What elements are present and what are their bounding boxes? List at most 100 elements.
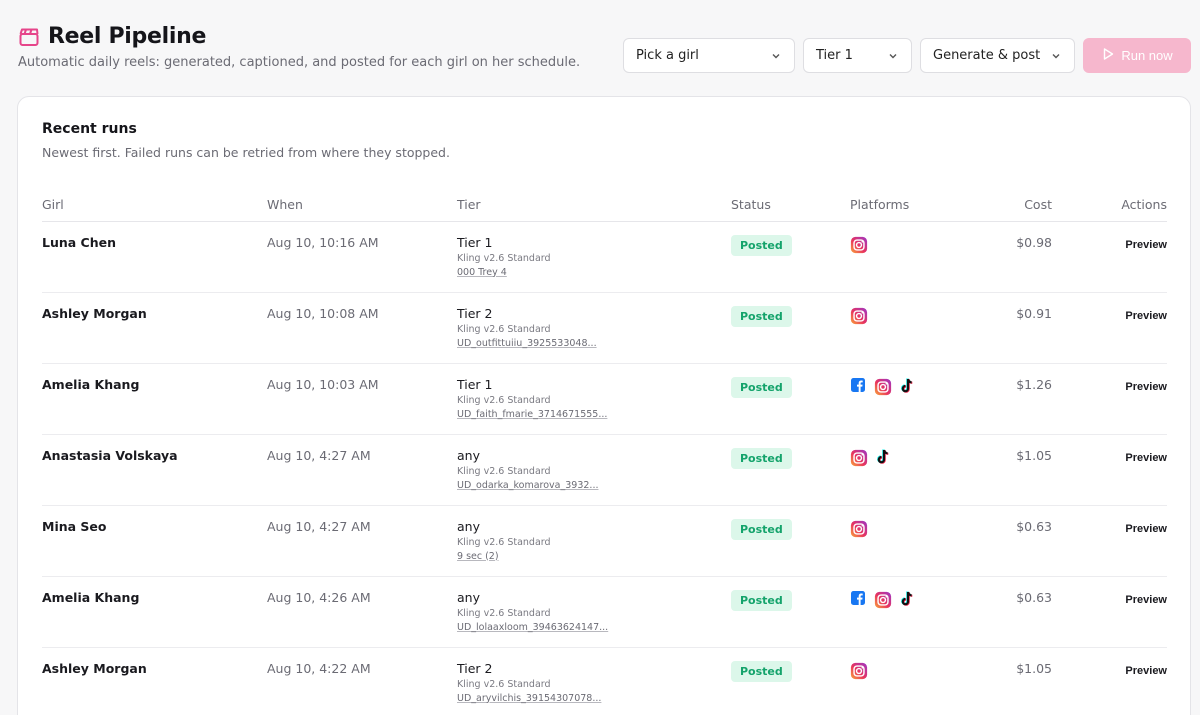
platform-icons <box>850 306 967 324</box>
source-file-link[interactable]: UD_outfittuiiu_3925533048... <box>457 338 731 349</box>
recent-runs-card: Recent runs Newest first. Failed runs ca… <box>17 96 1191 715</box>
girl-name: Amelia Khang <box>42 376 140 392</box>
preview-button[interactable]: Preview <box>1125 239 1167 251</box>
table-row: Mina Seo Aug 10, 4:27 AM any Kling v2.6 … <box>42 505 1167 577</box>
run-time: Aug 10, 10:08 AM <box>267 305 379 321</box>
girl-name: Ashley Morgan <box>42 660 147 676</box>
model-label: Kling v2.6 Standard <box>457 536 551 548</box>
source-file-link[interactable]: 000 Trey 4 <box>457 267 731 278</box>
girl-name: Amelia Khang <box>42 589 140 605</box>
instagram-icon <box>850 235 868 253</box>
preview-button[interactable]: Preview <box>1125 665 1167 677</box>
run-cost: $0.63 <box>1016 518 1052 534</box>
girl-name: Luna Chen <box>42 234 116 250</box>
col-header-platforms: Platforms <box>850 189 967 222</box>
recent-runs-subtitle: Newest first. Failed runs can be retried… <box>42 145 450 160</box>
tier-label: Tier 2 <box>457 660 493 676</box>
status-badge: Posted <box>731 234 792 256</box>
tier-select[interactable]: Tier 1 <box>803 38 912 73</box>
girl-name: Mina Seo <box>42 518 107 534</box>
model-label: Kling v2.6 Standard <box>457 394 551 406</box>
table-header-row: Girl When Tier Status Platforms Cost Act… <box>42 189 1167 222</box>
preview-button[interactable]: Preview <box>1125 381 1167 393</box>
table-row: Amelia Khang Aug 10, 10:03 AM Tier 1 Kli… <box>42 363 1167 435</box>
girl-select[interactable]: Pick a girl <box>623 38 795 73</box>
clapperboard-icon <box>18 26 40 48</box>
source-file-link[interactable]: UD_odarka_komarova_3932... <box>457 480 731 491</box>
source-file-link[interactable]: 9 sec (2) <box>457 551 731 562</box>
tiktok-icon <box>874 448 892 466</box>
instagram-icon <box>874 377 892 395</box>
toolbar: Pick a girl Tier 1 Generate & post Run n… <box>623 38 1191 73</box>
run-time: Aug 10, 4:22 AM <box>267 660 371 676</box>
instagram-icon <box>850 519 868 537</box>
chevron-down-icon <box>887 50 899 62</box>
table-row: Anastasia Volskaya Aug 10, 4:27 AM any K… <box>42 434 1167 506</box>
preview-button[interactable]: Preview <box>1125 523 1167 535</box>
tier-label: Tier 2 <box>457 305 493 321</box>
source-file-link[interactable]: UD_aryvilchis_39154307078... <box>457 693 731 704</box>
run-cost: $1.05 <box>1016 447 1052 463</box>
runs-table-body: Luna Chen Aug 10, 10:16 AM Tier 1 Kling … <box>42 221 1167 715</box>
girl-name: Ashley Morgan <box>42 305 147 321</box>
run-time: Aug 10, 4:27 AM <box>267 518 371 534</box>
col-header-tier: Tier <box>457 189 731 222</box>
source-file-link[interactable]: UD_lolaaxloom_39463624147... <box>457 622 731 633</box>
run-time: Aug 10, 4:27 AM <box>267 447 371 463</box>
tiktok-icon <box>898 377 916 395</box>
run-time: Aug 10, 4:26 AM <box>267 589 371 605</box>
instagram-icon <box>850 448 868 466</box>
table-row: Luna Chen Aug 10, 10:16 AM Tier 1 Kling … <box>42 221 1167 293</box>
instagram-icon <box>850 306 868 324</box>
run-now-label: Run now <box>1121 48 1173 63</box>
run-time: Aug 10, 10:03 AM <box>267 376 379 392</box>
platform-icons <box>850 377 967 395</box>
source-file-link[interactable]: UD_faith_fmarie_3714671555... <box>457 409 731 420</box>
run-cost: $1.05 <box>1016 660 1052 676</box>
platform-icons <box>850 235 967 253</box>
page-title: Reel Pipeline <box>48 24 207 49</box>
table-row: Ashley Morgan Aug 10, 4:22 AM Tier 2 Kli… <box>42 647 1167 715</box>
tier-select-value: Tier 1 <box>816 48 853 63</box>
table-row: Amelia Khang Aug 10, 4:26 AM any Kling v… <box>42 576 1167 648</box>
model-label: Kling v2.6 Standard <box>457 678 551 690</box>
run-cost: $0.98 <box>1016 234 1052 250</box>
girl-name: Anastasia Volskaya <box>42 447 178 463</box>
col-header-actions: Actions <box>1052 189 1167 222</box>
model-label: Kling v2.6 Standard <box>457 607 551 619</box>
status-badge: Posted <box>731 447 792 469</box>
col-header-when: When <box>267 189 457 222</box>
tiktok-icon <box>898 590 916 608</box>
tier-label: Tier 1 <box>457 376 493 392</box>
model-label: Kling v2.6 Standard <box>457 465 551 477</box>
instagram-icon <box>874 590 892 608</box>
status-badge: Posted <box>731 589 792 611</box>
mode-select[interactable]: Generate & post <box>920 38 1075 73</box>
run-now-button[interactable]: Run now <box>1083 38 1191 73</box>
platform-icons <box>850 661 967 679</box>
model-label: Kling v2.6 Standard <box>457 323 551 335</box>
col-header-cost: Cost <box>967 189 1052 222</box>
run-cost: $1.26 <box>1016 376 1052 392</box>
preview-button[interactable]: Preview <box>1125 594 1167 606</box>
tier-label: any <box>457 518 480 534</box>
recent-runs-title: Recent runs <box>42 121 137 137</box>
preview-button[interactable]: Preview <box>1125 310 1167 322</box>
run-time: Aug 10, 10:16 AM <box>267 234 379 250</box>
facebook-icon <box>850 377 868 395</box>
model-label: Kling v2.6 Standard <box>457 252 551 264</box>
status-badge: Posted <box>731 305 792 327</box>
mode-select-value: Generate & post <box>933 48 1041 63</box>
facebook-icon <box>850 590 868 608</box>
table-row: Ashley Morgan Aug 10, 10:08 AM Tier 2 Kl… <box>42 292 1167 364</box>
platform-icons <box>850 590 967 608</box>
girl-select-value: Pick a girl <box>636 48 699 63</box>
preview-button[interactable]: Preview <box>1125 452 1167 464</box>
tier-label: any <box>457 589 480 605</box>
platform-icons <box>850 448 967 466</box>
tier-label: Tier 1 <box>457 234 493 250</box>
col-header-status: Status <box>731 189 850 222</box>
run-cost: $0.63 <box>1016 589 1052 605</box>
platform-icons <box>850 519 967 537</box>
runs-table: Girl When Tier Status Platforms Cost Act… <box>42 189 1167 715</box>
